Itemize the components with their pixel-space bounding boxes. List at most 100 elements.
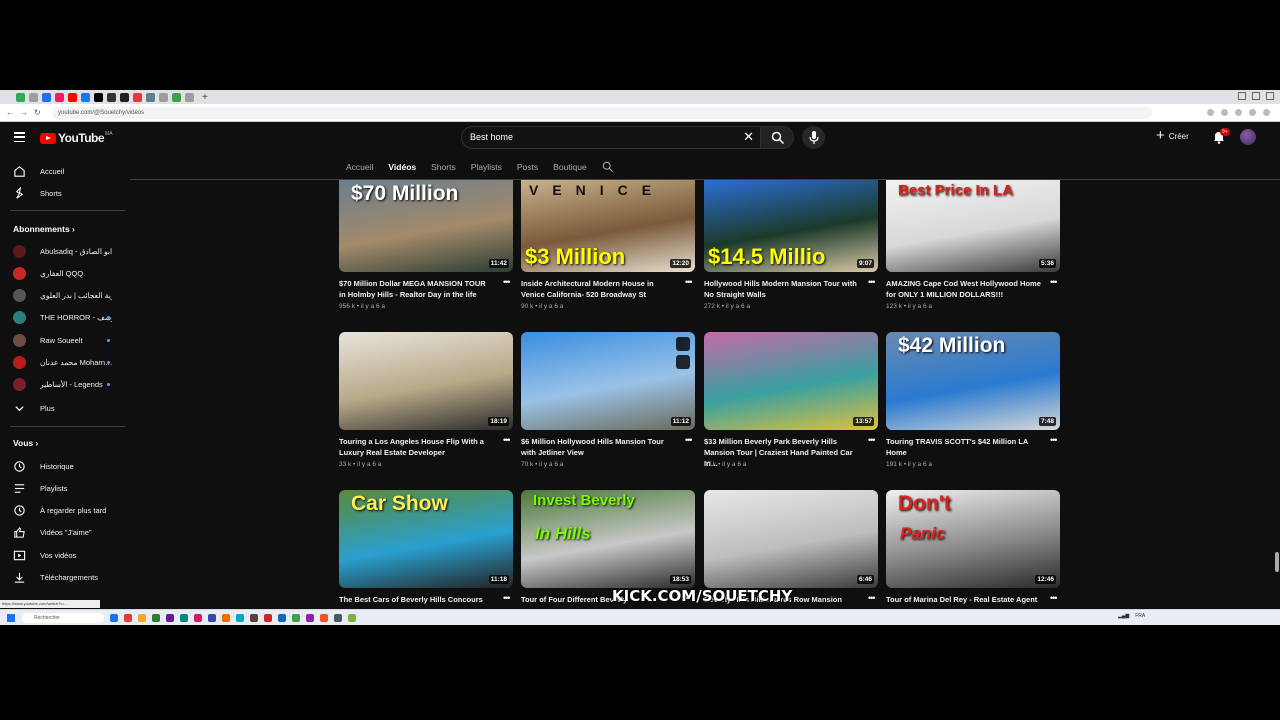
sidebar-item-subscription[interactable]: Raw Soueelt <box>0 330 125 350</box>
video-card[interactable]: Car Show 11:18 The Best Cars of Beverly Hi… <box>339 490 513 604</box>
video-card[interactable]: $14.5 Millio 9:07 Hollywood Hills Modern M… <box>704 180 878 310</box>
language-indicator[interactable]: FRA <box>1135 613 1145 619</box>
browser-tab-favicon[interactable] <box>172 92 181 102</box>
taskbar-app-icon[interactable] <box>194 614 202 622</box>
tab-posts[interactable]: Posts <box>517 162 538 172</box>
add-to-queue-icon[interactable] <box>676 355 690 369</box>
browser-tab-favicon[interactable] <box>185 92 194 102</box>
video-title[interactable]: $70 Million Dollar MEGA MANSION TOUR in … <box>339 278 494 300</box>
forward-icon[interactable]: → <box>20 108 28 117</box>
video-thumbnail[interactable]: $42 Million 7:48 <box>886 332 1060 430</box>
taskbar-app-icon[interactable] <box>292 614 300 622</box>
tab-vidos[interactable]: Vidéos <box>388 162 416 172</box>
video-thumbnail[interactable]: Don't Panic 12:46 <box>886 490 1060 588</box>
taskbar-app-icon[interactable] <box>124 614 132 622</box>
browser-tab-favicon[interactable] <box>81 92 90 102</box>
video-thumbnail[interactable]: VENICE $3 Million 12:20 <box>521 180 695 272</box>
clear-search-icon[interactable]: ✕ <box>743 130 754 144</box>
tab-shorts[interactable]: Shorts <box>431 162 456 172</box>
video-thumbnail[interactable]: 18:19 <box>339 332 513 430</box>
browser-tab-favicon[interactable] <box>94 92 103 102</box>
taskbar-search[interactable]: Rechercher <box>22 613 104 623</box>
browser-tab-favicon[interactable] <box>107 92 116 102</box>
more-actions-icon[interactable]: ••• <box>1050 435 1058 445</box>
taskbar-app-icon[interactable] <box>138 614 146 622</box>
sidebar-item-subscription[interactable]: الأساطير - Legends <box>0 375 125 395</box>
taskbar-app-icon[interactable] <box>306 614 314 622</box>
video-title[interactable]: Touring TRAVIS SCOTT's $42 Million LA Ho… <box>886 436 1041 458</box>
sidebar-item-your-videos[interactable]: Vos vidéos <box>0 545 125 565</box>
video-title[interactable]: $6 Million Hollywood Hills Mansion Tour … <box>521 436 676 458</box>
video-thumbnail[interactable]: Invest Beverly In Hills 18:53 <box>521 490 695 588</box>
tab-accueil[interactable]: Accueil <box>346 162 373 172</box>
video-thumbnail[interactable]: $14.5 Millio 9:07 <box>704 180 878 272</box>
sidebar-item-more[interactable]: Plus <box>0 398 125 418</box>
create-button[interactable]: + Créer <box>1156 128 1189 143</box>
browser-tab-favicon[interactable] <box>42 92 51 102</box>
taskbar-app-icon[interactable] <box>180 614 188 622</box>
more-actions-icon[interactable]: ••• <box>868 435 876 445</box>
more-actions-icon[interactable]: ••• <box>868 593 876 603</box>
sidebar-item-subscription[interactable]: Abulsadiq - ابو الصادق <box>0 241 125 261</box>
video-card[interactable]: Don't Panic 12:46 Tour of Marina Del Rey - … <box>886 490 1060 604</box>
browser-tab-favicon[interactable] <box>146 92 155 102</box>
video-thumbnail[interactable]: Car Show 11:18 <box>339 490 513 588</box>
browser-tab-favicon[interactable] <box>16 92 25 102</box>
sidebar-item-playlists[interactable]: Playlists <box>0 478 125 498</box>
video-thumbnail[interactable]: Best Price In LA 5:36 <box>886 180 1060 272</box>
wifi-icon[interactable]: ▂▄▆ <box>1118 613 1129 619</box>
video-thumbnail[interactable]: $70 Million 11:42 <box>339 180 513 272</box>
more-actions-icon[interactable]: ••• <box>685 277 693 287</box>
more-actions-icon[interactable]: ••• <box>1050 593 1058 603</box>
sidebar-item-download[interactable]: Téléchargements <box>0 568 125 588</box>
video-thumbnail[interactable]: 13:57 <box>704 332 878 430</box>
taskbar-app-icon[interactable] <box>320 614 328 622</box>
video-card[interactable]: 6:46 Beverly Hills Billionaires Row Mansi… <box>704 490 878 604</box>
search-box[interactable]: Best home ✕ <box>461 126 761 149</box>
menu-icon[interactable] <box>14 132 25 143</box>
video-card[interactable]: $42 Million 7:48 Touring TRAVIS SCOTT's $4… <box>886 332 1060 468</box>
browser-tab-favicon[interactable] <box>120 92 129 102</box>
sidebar-item-like[interactable]: Vidéos "J'aime" <box>0 523 125 543</box>
video-title[interactable]: Hollywood Hills Modern Mansion Tour with… <box>704 278 859 300</box>
sidebar-item-history[interactable]: Historique <box>0 456 125 476</box>
more-actions-icon[interactable]: ••• <box>685 435 693 445</box>
url-field[interactable]: youtube.com/@Souetchy/videos <box>52 106 1152 119</box>
you-heading[interactable]: Vous › <box>13 438 38 448</box>
taskbar-app-icon[interactable] <box>264 614 272 622</box>
video-card[interactable]: 11:12 $6 Million Hollywood Hills Mansion … <box>521 332 695 468</box>
more-actions-icon[interactable]: ••• <box>1050 277 1058 287</box>
tab-boutique[interactable]: Boutique <box>553 162 587 172</box>
profile-icon[interactable] <box>1263 109 1270 116</box>
more-actions-icon[interactable]: ••• <box>503 435 511 445</box>
taskbar-app-icon[interactable] <box>222 614 230 622</box>
account-avatar[interactable] <box>1240 129 1256 145</box>
extension-icon[interactable] <box>1249 109 1256 116</box>
search-input[interactable]: Best home <box>470 132 513 142</box>
maximize-icon[interactable] <box>1252 92 1260 100</box>
video-card[interactable]: 18:19 Touring a Los Angeles House Flip Wi… <box>339 332 513 468</box>
video-title[interactable]: Touring a Los Angeles House Flip With a … <box>339 436 494 458</box>
video-card[interactable]: $70 Million 11:42 $70 Million Dollar MEGA … <box>339 180 513 310</box>
sidebar-item-subscription[interactable]: قرية العجائب | بدر العلوي <box>0 286 125 306</box>
sidebar-item-subscription[interactable]: THE HORROR - يوسف <box>0 308 125 328</box>
browser-tab-favicon[interactable] <box>133 92 142 102</box>
watch-later-icon[interactable] <box>676 337 690 351</box>
video-card[interactable]: 13:57 $33 Million Beverly Park Beverly Hi… <box>704 332 878 468</box>
browser-tab-favicon[interactable] <box>68 92 77 102</box>
sidebar-item-shorts[interactable]: Shorts <box>0 183 125 203</box>
sidebar-item-subscription[interactable]: محمد عدنان Moharn… <box>0 353 125 373</box>
back-icon[interactable]: ← <box>6 108 14 117</box>
taskbar-app-icon[interactable] <box>334 614 342 622</box>
video-card[interactable]: VENICE $3 Million 12:20 Inside Architectura… <box>521 180 695 310</box>
sidebar-item-subscription[interactable]: العقاري QQQ <box>0 263 125 283</box>
subscriptions-heading[interactable]: Abonnements › <box>13 224 75 234</box>
search-button[interactable] <box>760 126 794 149</box>
sidebar-item-accueil[interactable]: Accueil <box>0 161 125 181</box>
taskbar-app-icon[interactable] <box>236 614 244 622</box>
youtube-logo[interactable]: YouTube MA <box>40 131 113 145</box>
more-actions-icon[interactable]: ••• <box>503 593 511 603</box>
extension-icon[interactable] <box>1235 109 1242 116</box>
close-window-icon[interactable] <box>1266 92 1274 100</box>
browser-tab-favicon[interactable] <box>55 92 64 102</box>
